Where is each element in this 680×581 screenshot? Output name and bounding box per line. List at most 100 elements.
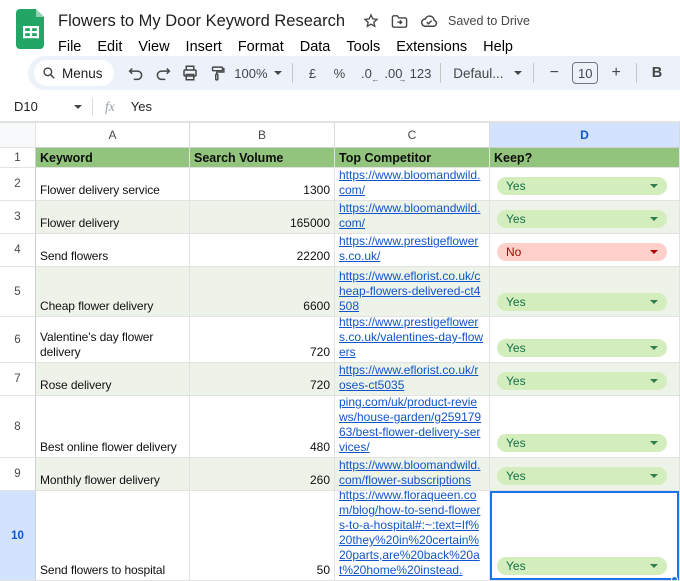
- font-select[interactable]: Defaul...: [448, 60, 526, 86]
- cell-search-volume[interactable]: 720: [190, 363, 335, 396]
- decrease-decimal-button[interactable]: .0←: [353, 60, 379, 86]
- currency-format-button[interactable]: £: [299, 60, 325, 86]
- fill-handle[interactable]: [671, 576, 678, 581]
- cell-keyword[interactable]: Flower delivery service: [36, 168, 190, 201]
- cell-top-competitor[interactable]: https://www.bloomandwild.com/: [335, 168, 490, 201]
- select-all-corner[interactable]: [0, 122, 36, 148]
- competitor-link[interactable]: https://www.bloomandwild.com/flower-subs…: [339, 458, 485, 488]
- bold-button[interactable]: B: [644, 60, 670, 86]
- name-box[interactable]: D10: [0, 99, 92, 114]
- competitor-link[interactable]: https://www.prestigeflowers.co.uk/: [339, 234, 485, 264]
- zoom-select[interactable]: 100%: [231, 60, 284, 86]
- row-header-2[interactable]: 2: [0, 168, 36, 201]
- competitor-link[interactable]: https://www.bloomandwild.com/: [339, 168, 485, 198]
- column-header-b[interactable]: B: [190, 122, 335, 148]
- cell-c1[interactable]: Top Competitor: [335, 148, 490, 168]
- percent-format-button[interactable]: %: [326, 60, 352, 86]
- cell-search-volume[interactable]: 165000: [190, 201, 335, 234]
- cell-b1[interactable]: Search Volume: [190, 148, 335, 168]
- cell-top-competitor[interactable]: https://www.prestigeflowers.co.uk/: [335, 234, 490, 267]
- cell-keyword[interactable]: Monthly flower delivery: [36, 458, 190, 491]
- cell-a1[interactable]: Keyword: [36, 148, 190, 168]
- cell-keep[interactable]: Yes: [490, 168, 680, 201]
- cell-top-competitor[interactable]: https://www.prestigeflowers.co.uk/valent…: [335, 317, 490, 363]
- cell-search-volume[interactable]: 22200: [190, 234, 335, 267]
- competitor-link[interactable]: https://www.goodhousekeeping.com/uk/prod…: [339, 396, 485, 455]
- cell-keyword[interactable]: Rose delivery: [36, 363, 190, 396]
- row-header-3[interactable]: 3: [0, 201, 36, 234]
- cell-search-volume[interactable]: 260: [190, 458, 335, 491]
- paint-format-icon[interactable]: [204, 60, 230, 86]
- selected-cell-d10[interactable]: Yes: [490, 491, 680, 581]
- cell-keyword[interactable]: Flower delivery: [36, 201, 190, 234]
- keep-dropdown[interactable]: Yes: [497, 467, 667, 485]
- cell-search-volume[interactable]: 720: [190, 317, 335, 363]
- menu-tools[interactable]: Tools: [338, 37, 388, 57]
- row-header-5[interactable]: 5: [0, 267, 36, 317]
- cell-keyword[interactable]: Cheap flower delivery: [36, 267, 190, 317]
- cell-keyword[interactable]: Send flowers to hospital: [36, 491, 190, 581]
- keep-dropdown[interactable]: Yes: [497, 434, 667, 452]
- column-header-d[interactable]: D: [490, 122, 680, 148]
- cell-keyword[interactable]: Send flowers: [36, 234, 190, 267]
- cell-keep[interactable]: Yes: [490, 396, 680, 458]
- competitor-link[interactable]: https://www.floraqueen.com/blog/how-to-s…: [339, 491, 485, 578]
- cell-search-volume[interactable]: 480: [190, 396, 335, 458]
- cell-d1[interactable]: Keep?: [490, 148, 680, 168]
- menu-extensions[interactable]: Extensions: [388, 37, 475, 57]
- menus-search-button[interactable]: Menus: [34, 60, 114, 86]
- font-size-input[interactable]: 10: [572, 62, 598, 84]
- increase-font-size-button[interactable]: +: [603, 60, 629, 86]
- keep-dropdown[interactable]: No: [497, 243, 667, 261]
- competitor-link[interactable]: https://www.prestigeflowers.co.uk/valent…: [339, 317, 485, 360]
- row-header-6[interactable]: 6: [0, 317, 36, 363]
- menu-insert[interactable]: Insert: [178, 37, 230, 57]
- column-header-c[interactable]: C: [335, 122, 490, 148]
- keep-dropdown[interactable]: Yes: [497, 210, 667, 228]
- cell-keep[interactable]: Yes: [490, 201, 680, 234]
- formula-input[interactable]: Yes: [131, 99, 152, 114]
- row-header-4[interactable]: 4: [0, 234, 36, 267]
- menu-edit[interactable]: Edit: [89, 37, 130, 57]
- keep-dropdown[interactable]: Yes: [497, 372, 667, 390]
- cell-top-competitor[interactable]: https://www.eflorist.co.uk/roses-ct5035: [335, 363, 490, 396]
- move-folder-icon[interactable]: [391, 14, 408, 29]
- cell-top-competitor[interactable]: https://www.bloomandwild.com/flower-subs…: [335, 458, 490, 491]
- cell-top-competitor[interactable]: https://www.bloomandwild.com/: [335, 201, 490, 234]
- menu-view[interactable]: View: [130, 37, 177, 57]
- undo-button[interactable]: [123, 60, 149, 86]
- cell-top-competitor[interactable]: https://www.floraqueen.com/blog/how-to-s…: [335, 491, 490, 581]
- cell-keyword[interactable]: Valentine's day flower delivery: [36, 317, 190, 363]
- cell-keep[interactable]: No: [490, 234, 680, 267]
- keep-dropdown[interactable]: Yes: [497, 177, 667, 195]
- menu-file[interactable]: File: [50, 37, 89, 57]
- print-icon[interactable]: [177, 60, 203, 86]
- sheets-logo-icon[interactable]: [16, 9, 46, 49]
- row-header-1[interactable]: 1: [0, 148, 36, 168]
- competitor-link[interactable]: https://www.bloomandwild.com/: [339, 201, 485, 231]
- keep-dropdown[interactable]: Yes: [497, 293, 667, 311]
- number-format-button[interactable]: 123: [407, 60, 433, 86]
- cell-top-competitor[interactable]: https://www.goodhousekeeping.com/uk/prod…: [335, 396, 490, 458]
- menu-data[interactable]: Data: [292, 37, 339, 57]
- row-header-8[interactable]: 8: [0, 396, 36, 458]
- cell-search-volume[interactable]: 1300: [190, 168, 335, 201]
- competitor-link[interactable]: https://www.eflorist.co.uk/cheap-flowers…: [339, 269, 485, 314]
- row-header-10[interactable]: 10: [0, 491, 36, 581]
- cell-keyword[interactable]: Best online flower delivery: [36, 396, 190, 458]
- keep-dropdown[interactable]: Yes: [497, 339, 667, 357]
- document-title[interactable]: Flowers to My Door Keyword Research: [58, 12, 345, 31]
- cell-keep[interactable]: Yes: [490, 267, 680, 317]
- row-header-7[interactable]: 7: [0, 363, 36, 396]
- cell-keep[interactable]: Yes: [490, 317, 680, 363]
- redo-button[interactable]: [150, 60, 176, 86]
- increase-decimal-button[interactable]: .00→: [380, 60, 406, 86]
- decrease-font-size-button[interactable]: −: [541, 60, 567, 86]
- competitor-link[interactable]: https://www.eflorist.co.uk/roses-ct5035: [339, 363, 485, 393]
- cell-search-volume[interactable]: 50: [190, 491, 335, 581]
- cell-keep[interactable]: Yes: [490, 363, 680, 396]
- cloud-saved-icon[interactable]: [420, 14, 438, 28]
- menu-help[interactable]: Help: [475, 37, 521, 57]
- keep-dropdown[interactable]: Yes: [497, 557, 667, 575]
- menu-format[interactable]: Format: [230, 37, 292, 57]
